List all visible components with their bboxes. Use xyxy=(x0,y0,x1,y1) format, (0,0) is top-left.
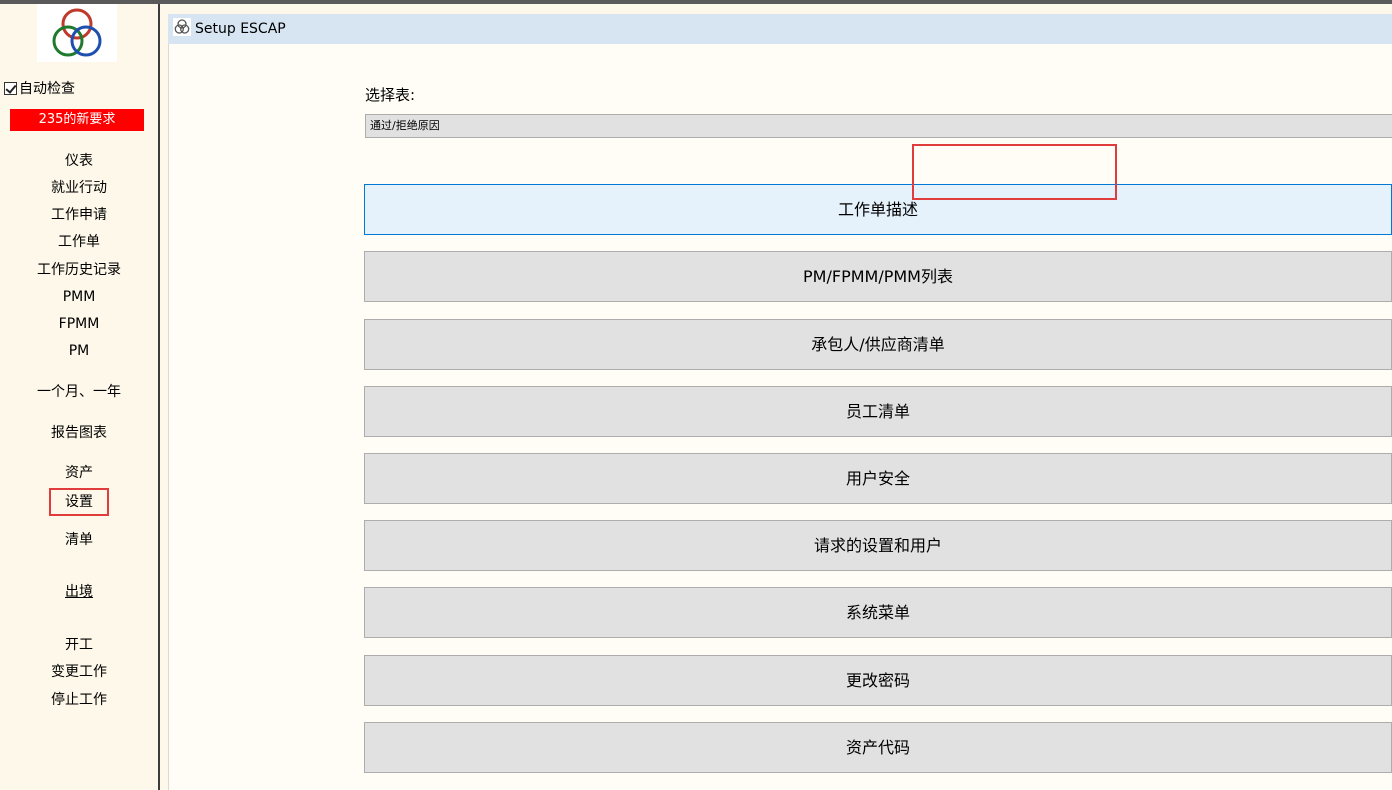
sidebar-item-month-year[interactable]: 一个月、一年 xyxy=(0,382,158,402)
select-table-label: 选择表: xyxy=(365,86,416,104)
user-security-button[interactable]: 用户安全 xyxy=(364,453,1392,504)
sidebar-item-assets[interactable]: 资产 xyxy=(0,463,158,483)
sidebar-item-settings-label: 设置 xyxy=(49,488,109,516)
window-title: Setup ESCAP xyxy=(195,21,286,37)
sidebar-item-pmm[interactable]: PMM xyxy=(0,287,158,307)
asset-codes-button[interactable]: 资产代码 xyxy=(364,722,1392,773)
sidebar-item-fpmm[interactable]: FPMM xyxy=(0,314,158,334)
sidebar-item-settings[interactable]: 设置 xyxy=(0,488,158,516)
system-menu-button[interactable]: 系统菜单 xyxy=(364,587,1392,638)
sidebar-item-pm[interactable]: PM xyxy=(0,341,158,361)
sidebar-item-work-history[interactable]: 工作历史记录 xyxy=(0,260,158,280)
sidebar-item-checklist[interactable]: 清单 xyxy=(0,530,158,550)
auto-check-label: 自动检查 xyxy=(19,81,75,97)
sidebar: 自动检查 235的新要求 仪表 就业行动 工作申请 工作单 工作历史记录 PMM… xyxy=(0,4,160,790)
three-rings-window-icon xyxy=(173,18,191,40)
sidebar-item-work-requests[interactable]: 工作申请 xyxy=(0,205,158,225)
window-titlebar: Setup ESCAP xyxy=(168,14,1392,44)
auto-check-checkbox[interactable] xyxy=(4,81,17,95)
select-table-dropdown[interactable]: 通过/拒绝原因 xyxy=(365,114,1392,138)
employee-list-button[interactable]: 员工清单 xyxy=(364,386,1392,437)
sidebar-item-exit[interactable]: 出境 xyxy=(0,582,158,602)
request-settings-users-button[interactable]: 请求的设置和用户 xyxy=(364,520,1392,571)
pm-list-button[interactable]: PM/FPMM/PMM列表 xyxy=(364,251,1392,302)
sidebar-item-dashboard[interactable]: 仪表 xyxy=(0,151,158,171)
sidebar-item-change-work[interactable]: 变更工作 xyxy=(0,662,158,682)
sidebar-item-employment-actions[interactable]: 就业行动 xyxy=(0,178,158,198)
sidebar-item-work-orders[interactable]: 工作单 xyxy=(0,232,158,252)
three-rings-logo-icon xyxy=(37,4,117,62)
work-order-description-button[interactable]: 工作单描述 xyxy=(364,184,1392,235)
auto-check-toggle[interactable]: 自动检查 xyxy=(4,78,75,98)
app-window: 自动检查 235的新要求 仪表 就业行动 工作申请 工作单 工作历史记录 PMM… xyxy=(0,0,1392,790)
change-password-button[interactable]: 更改密码 xyxy=(364,655,1392,706)
sidebar-item-start-work[interactable]: 开工 xyxy=(0,635,158,655)
setup-window: Setup ESCAP 选择表: 通过/拒绝原因 工作单描述 PM/FPMM/P… xyxy=(168,14,1392,790)
sidebar-item-report-charts[interactable]: 报告图表 xyxy=(0,423,158,443)
sidebar-item-stop-work[interactable]: 停止工作 xyxy=(0,690,158,710)
new-requests-badge[interactable]: 235的新要求 xyxy=(10,109,144,131)
contractor-vendor-list-button[interactable]: 承包人/供应商清单 xyxy=(364,319,1392,370)
